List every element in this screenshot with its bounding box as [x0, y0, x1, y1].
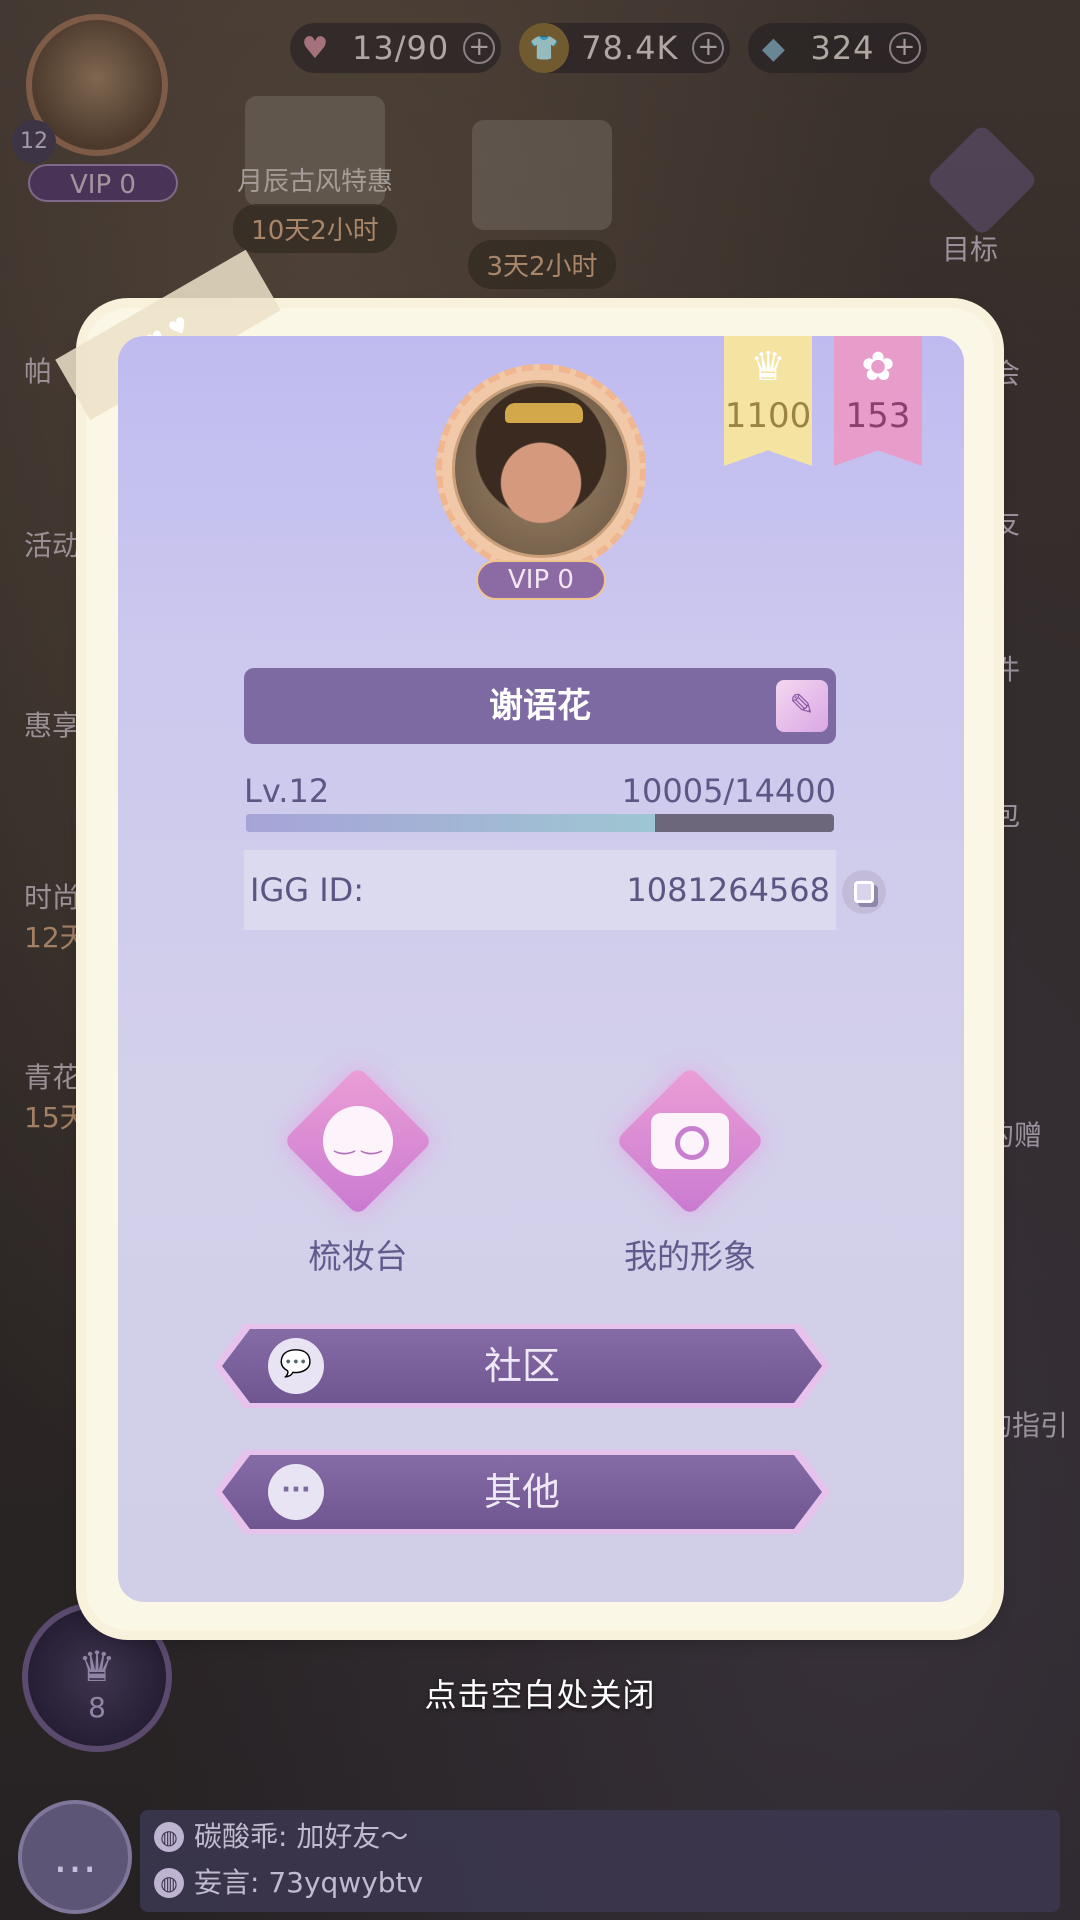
- chat-bar: … ◍ 碳酸乖: 加好友～ ◍ 妄言: 73yqwybtv: [0, 1790, 1080, 1920]
- more-dots-icon: ···: [268, 1464, 324, 1520]
- close-hint[interactable]: 点击空白处关闭: [0, 1670, 1080, 1716]
- player-name-bar: 谢语花 ✎: [244, 668, 836, 744]
- xp-progress-bar: [246, 814, 834, 832]
- chat-message: ◍ 妄言: 73yqwybtv: [154, 1860, 1046, 1906]
- chat-preview[interactable]: ◍ 碳酸乖: 加好友～ ◍ 妄言: 73yqwybtv: [140, 1810, 1060, 1912]
- profile-panel: ♛ 1100 ✿ 153 VIP 0 谢语花 ✎ Lv.12 10005/144…: [118, 336, 964, 1602]
- chat-text: 碳酸乖: 加好友～: [194, 1820, 409, 1853]
- dressing-table-label: 梳妆台: [308, 1237, 408, 1276]
- copy-icon: [854, 881, 874, 903]
- dress-icon: ✿: [861, 344, 895, 390]
- igg-id-label: IGG ID:: [250, 871, 365, 909]
- chat-bubble-icon: 💬: [268, 1338, 324, 1394]
- player-name: 谢语花: [489, 686, 591, 726]
- profile-avatar[interactable]: VIP 0: [436, 364, 646, 600]
- edit-name-button[interactable]: ✎: [776, 680, 828, 732]
- crown-ribbon: ♛ 1100: [724, 336, 812, 466]
- vip-badge: VIP 0: [476, 560, 606, 600]
- globe-icon: ◍: [154, 1868, 184, 1898]
- copy-id-button[interactable]: [842, 870, 886, 914]
- xp-text: 10005/14400: [621, 772, 836, 810]
- pencil-icon: ✎: [789, 688, 815, 723]
- level-label: Lv.12: [244, 772, 330, 810]
- camera-icon: [615, 1066, 765, 1216]
- my-image-label: 我的形象: [624, 1237, 756, 1276]
- my-image-button[interactable]: 我的形象: [570, 1066, 810, 1278]
- dressing-table-icon: ‿ ‿: [283, 1066, 433, 1216]
- xp-progress-fill: [246, 814, 655, 832]
- crown-icon: ♛: [750, 344, 786, 390]
- chat-icon: …: [53, 1831, 97, 1883]
- community-label: 社区: [483, 1344, 560, 1388]
- dress-value: 153: [845, 396, 911, 436]
- chat-button[interactable]: …: [18, 1800, 132, 1914]
- igg-id-row: IGG ID: 1081264568: [244, 850, 836, 930]
- dressing-table-button[interactable]: ‿ ‿ 梳妆台: [248, 1066, 468, 1278]
- chat-text: 妄言: 73yqwybtv: [194, 1866, 424, 1899]
- dress-ribbon: ✿ 153: [834, 336, 922, 466]
- igg-id-value: 1081264568: [626, 871, 830, 909]
- globe-icon: ◍: [154, 1822, 184, 1852]
- level-row: Lv.12 10005/14400: [244, 772, 836, 812]
- chat-message: ◍ 碳酸乖: 加好友～: [154, 1814, 1046, 1860]
- crown-value: 1100: [724, 396, 812, 436]
- avatar-portrait: [452, 380, 630, 558]
- other-label: 其他: [483, 1470, 560, 1514]
